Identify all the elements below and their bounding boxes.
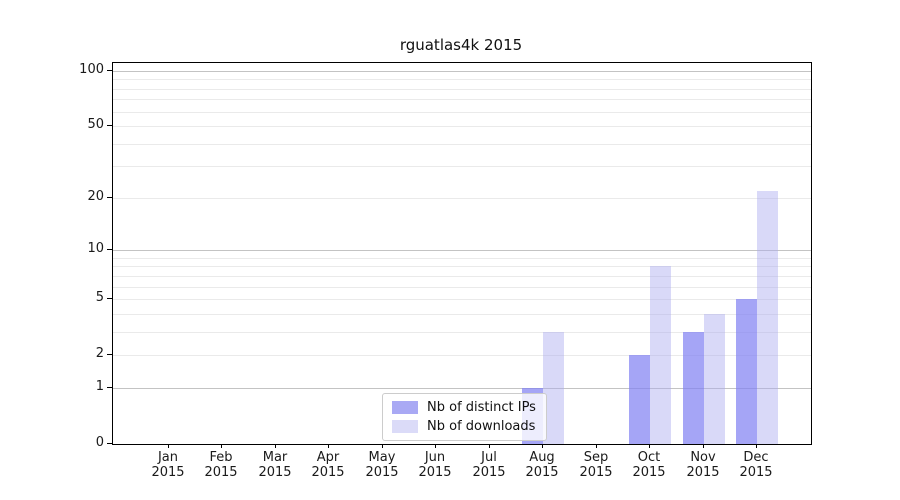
gridline-minor xyxy=(113,166,811,167)
legend-swatch-downloads-icon xyxy=(392,420,418,433)
x-tick-mark xyxy=(168,444,169,448)
x-tick-year: 2015 xyxy=(724,465,788,480)
y-tick-label: 10 xyxy=(40,241,104,257)
gridline-minor xyxy=(113,266,811,267)
gridline-minor xyxy=(113,198,811,199)
gridline-major xyxy=(113,250,811,251)
bar-downloads-dec-2015 xyxy=(757,191,778,444)
y-tick-label: 0 xyxy=(40,435,104,451)
y-tick-label: 2 xyxy=(40,346,104,362)
y-tick-mark xyxy=(107,125,112,126)
y-tick-label: 50 xyxy=(40,117,104,133)
gridline-major xyxy=(113,71,811,72)
legend-item-distinct-ips: Nb of distinct IPs xyxy=(392,400,536,415)
bar-downloads-oct-2015 xyxy=(650,266,671,444)
gridline-minor xyxy=(113,99,811,100)
bar-downloads-nov-2015 xyxy=(704,314,725,444)
y-tick-mark xyxy=(107,387,112,388)
x-tick-mark xyxy=(489,444,490,448)
gridline-minor xyxy=(113,89,811,90)
gridline-minor xyxy=(113,258,811,259)
x-tick-label: Dec2015 xyxy=(724,450,788,480)
y-tick-mark xyxy=(107,197,112,198)
x-tick-mark xyxy=(542,444,543,448)
x-tick-mark xyxy=(221,444,222,448)
x-tick-mark xyxy=(596,444,597,448)
gridline-minor xyxy=(113,126,811,127)
chart-title: rguatlas4k 2015 xyxy=(112,36,810,54)
y-tick-mark xyxy=(107,298,112,299)
bar-distinct-ips-oct-2015 xyxy=(629,355,650,444)
legend-item-downloads: Nb of downloads xyxy=(392,419,536,434)
bar-distinct-ips-nov-2015 xyxy=(683,332,704,444)
x-tick-month: Dec xyxy=(724,450,788,465)
plot-area: Nb of distinct IPs Nb of downloads xyxy=(112,62,812,445)
chart-figure: rguatlas4k 2015 Nb of distinct IPs Nb of… xyxy=(0,0,900,500)
y-tick-mark xyxy=(107,443,112,444)
y-tick-mark xyxy=(107,70,112,71)
legend: Nb of distinct IPs Nb of downloads xyxy=(382,393,547,441)
x-tick-mark xyxy=(649,444,650,448)
gridline-minor xyxy=(113,144,811,145)
x-tick-mark xyxy=(756,444,757,448)
y-tick-mark xyxy=(107,354,112,355)
y-tick-label: 20 xyxy=(40,189,104,205)
gridline-minor xyxy=(113,79,811,80)
gridline-minor xyxy=(113,276,811,277)
legend-label-distinct-ips: Nb of distinct IPs xyxy=(427,400,536,415)
y-tick-label: 1 xyxy=(40,379,104,395)
x-tick-mark xyxy=(703,444,704,448)
gridline-minor xyxy=(113,287,811,288)
gridline-minor xyxy=(113,299,811,300)
x-tick-mark xyxy=(382,444,383,448)
x-tick-mark xyxy=(328,444,329,448)
gridline-minor xyxy=(113,112,811,113)
y-tick-label: 100 xyxy=(40,62,104,78)
legend-swatch-distinct-ips-icon xyxy=(392,401,418,414)
bar-distinct-ips-dec-2015 xyxy=(736,299,757,444)
x-tick-mark xyxy=(435,444,436,448)
legend-label-downloads: Nb of downloads xyxy=(427,419,535,434)
x-tick-mark xyxy=(275,444,276,448)
y-tick-mark xyxy=(107,249,112,250)
y-tick-label: 5 xyxy=(40,290,104,306)
